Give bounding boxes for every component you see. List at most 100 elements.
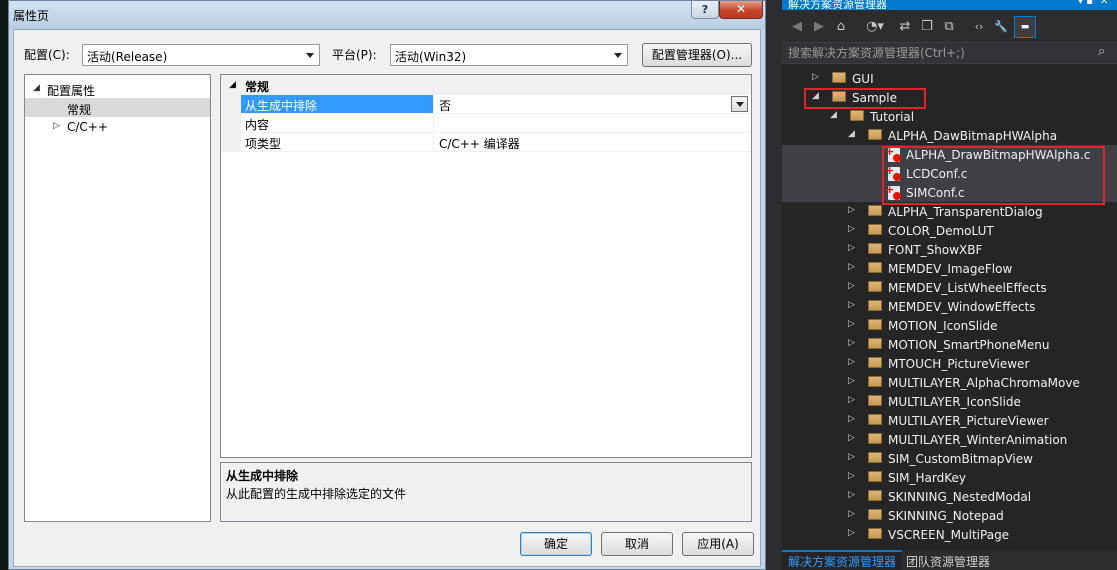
expanded-arrow-icon[interactable]: ◢ bbox=[830, 110, 837, 120]
sync-icon[interactable]: ⇄ bbox=[896, 18, 914, 36]
property-value[interactable]: C/C++ 编译器 bbox=[435, 133, 751, 151]
tree-node-folder[interactable]: ▷ VSCREEN_MultiPage bbox=[782, 525, 1117, 544]
collapsed-arrow-icon[interactable]: ▷ bbox=[812, 72, 819, 82]
tree-node-tutorial[interactable]: ◢ Tutorial bbox=[782, 107, 1117, 126]
tree-node-sample[interactable]: ◢ Sample bbox=[782, 88, 1117, 107]
tree-node-folder[interactable]: ▷ MULTILAYER_PictureViewer bbox=[782, 411, 1117, 430]
collapsed-arrow-icon[interactable]: ▷ bbox=[848, 357, 855, 367]
category-label: 常规 bbox=[245, 80, 270, 94]
folder-icon bbox=[868, 129, 882, 140]
property-dropdown-button[interactable] bbox=[731, 96, 748, 112]
search-icon[interactable]: ⌕ bbox=[1098, 44, 1105, 59]
folder-icon bbox=[868, 414, 882, 425]
expanded-arrow-icon[interactable]: ◢ bbox=[812, 91, 819, 101]
expanded-arrow-icon[interactable]: ◢ bbox=[229, 80, 236, 90]
solution-explorer-search: ⌕ bbox=[782, 42, 1117, 64]
tree-node-label: SIM_HardKey bbox=[888, 471, 966, 485]
collapsed-arrow-icon[interactable]: ▷ bbox=[848, 528, 855, 538]
configuration-select[interactable]: 活动(Release) bbox=[82, 44, 320, 66]
property-row-item-type[interactable]: 项类型 C/C++ 编译器 bbox=[221, 133, 751, 152]
tree-node-label: FONT_ShowXBF bbox=[888, 243, 983, 257]
tree-node-gui[interactable]: ▷ GUI bbox=[782, 69, 1117, 88]
solution-explorer-titlebar: 解决方案资源管理器 ▾ ▪ ✕ bbox=[782, 0, 1117, 10]
collapsed-arrow-icon[interactable]: ▷ bbox=[848, 338, 855, 348]
platform-select[interactable]: 活动(Win32) bbox=[390, 44, 628, 66]
collapsed-arrow-icon[interactable]: ▷ bbox=[848, 224, 855, 234]
tree-node-folder[interactable]: ▷ SIM_CustomBitmapView bbox=[782, 449, 1117, 468]
tree-node-folder[interactable]: ▷ MOTION_SmartPhoneMenu bbox=[782, 335, 1117, 354]
tree-node-folder[interactable]: ▷ SKINNING_Notepad bbox=[782, 506, 1117, 525]
tree-node-label: MULTILAYER_AlphaChromaMove bbox=[888, 376, 1080, 390]
tree-node-folder[interactable]: ▷ MEMDEV_WindowEffects bbox=[782, 297, 1117, 316]
tree-node-folder[interactable]: ▷ MOTION_IconSlide bbox=[782, 316, 1117, 335]
properties-icon[interactable]: 🔧 bbox=[992, 18, 1010, 36]
collapse-all-icon[interactable]: ❐ bbox=[918, 18, 936, 36]
preview-icon[interactable]: ▬ bbox=[1014, 16, 1036, 38]
tree-node-folder[interactable]: ▷ MULTILAYER_AlphaChromaMove bbox=[782, 373, 1117, 392]
tree-node-folder[interactable]: ▷ ALPHA_TransparentDialog bbox=[782, 202, 1117, 221]
property-value[interactable]: 否 bbox=[435, 95, 751, 113]
tree-node-label: MULTILAYER_PictureViewer bbox=[888, 414, 1049, 428]
tree-node-folder[interactable]: ▷ FONT_ShowXBF bbox=[782, 240, 1117, 259]
collapsed-arrow-icon[interactable]: ▷ bbox=[848, 262, 855, 272]
home-icon[interactable]: ⌂ bbox=[832, 18, 850, 36]
tree-node-folder[interactable]: ▷ COLOR_DemoLUT bbox=[782, 221, 1117, 240]
collapsed-arrow-icon[interactable]: ▷ bbox=[53, 121, 60, 131]
help-button[interactable]: ? bbox=[691, 1, 719, 19]
solution-tree: ▷ GUI ◢ Sample ◢ Tutorial ◢ ALPHA_DawBit… bbox=[782, 66, 1117, 550]
close-button[interactable]: ✕ bbox=[719, 1, 763, 19]
property-grid-category[interactable]: ◢ 常规 bbox=[221, 75, 751, 95]
collapsed-arrow-icon[interactable]: ▷ bbox=[848, 452, 855, 462]
show-all-files-icon[interactable]: ⧉ bbox=[940, 18, 958, 36]
close-icon[interactable]: ✕ bbox=[1100, 0, 1108, 7]
collapsed-arrow-icon[interactable]: ▷ bbox=[848, 243, 855, 253]
tree-node-label: SKINNING_NestedModal bbox=[888, 490, 1032, 504]
pin-icon[interactable]: ▾ ▪ bbox=[1078, 0, 1093, 7]
tab-solution-explorer[interactable]: 解决方案资源管理器 bbox=[782, 550, 903, 570]
tree-node-folder[interactable]: ▷ MULTILAYER_WinterAnimation bbox=[782, 430, 1117, 449]
tree-item-general[interactable]: 常规 bbox=[25, 98, 210, 117]
tree-item-label: 配置属性 bbox=[47, 84, 96, 98]
tree-node-folder[interactable]: ▷ MULTILAYER_IconSlide bbox=[782, 392, 1117, 411]
collapsed-arrow-icon[interactable]: ▷ bbox=[848, 300, 855, 310]
search-input[interactable] bbox=[788, 45, 1088, 61]
collapsed-arrow-icon[interactable]: ▷ bbox=[848, 414, 855, 424]
collapsed-arrow-icon[interactable]: ▷ bbox=[848, 281, 855, 291]
tab-team-explorer[interactable]: 团队资源管理器 bbox=[900, 550, 996, 570]
tree-node-folder[interactable]: ▷ MTOUCH_PictureViewer bbox=[782, 354, 1117, 373]
tree-node-folder[interactable]: ▷ SIM_HardKey bbox=[782, 468, 1117, 487]
tree-node-file[interactable]: LCDConf.c bbox=[782, 164, 1117, 183]
tree-node-folder[interactable]: ▷ MEMDEV_ListWheelEffects bbox=[782, 278, 1117, 297]
tree-node-file[interactable]: SIMConf.c bbox=[782, 183, 1117, 202]
collapsed-arrow-icon[interactable]: ▷ bbox=[848, 471, 855, 481]
collapsed-arrow-icon[interactable]: ▷ bbox=[848, 433, 855, 443]
tree-node-folder[interactable]: ▷ SKINNING_NestedModal bbox=[782, 487, 1117, 506]
property-row-exclude-from-build[interactable]: 从生成中排除 否 bbox=[221, 95, 751, 114]
explorer-tab-strip: 解决方案资源管理器 团队资源管理器 bbox=[782, 550, 1117, 570]
tree-node-folder[interactable]: ▷ MEMDEV_ImageFlow bbox=[782, 259, 1117, 278]
row-gutter bbox=[221, 95, 241, 114]
tree-node-label: ALPHA_DawBitmapHWAlpha bbox=[888, 129, 1058, 143]
tree-node-file[interactable]: ALPHA_DrawBitmapHWAlpha.c bbox=[782, 145, 1117, 164]
tree-node-alpha-dawbitmaphwalpha[interactable]: ◢ ALPHA_DawBitmapHWAlpha bbox=[782, 126, 1117, 145]
property-value[interactable] bbox=[435, 114, 751, 132]
ok-button[interactable]: 确定 bbox=[520, 532, 592, 556]
back-icon[interactable]: ◀ bbox=[788, 18, 806, 36]
expanded-arrow-icon[interactable]: ◢ bbox=[33, 83, 40, 93]
tree-item-configuration-properties[interactable]: ◢ 配置属性 bbox=[25, 79, 210, 98]
expanded-arrow-icon[interactable]: ◢ bbox=[848, 129, 855, 139]
tree-item-c-cpp[interactable]: ▷ C/C++ bbox=[25, 117, 210, 136]
collapsed-arrow-icon[interactable]: ▷ bbox=[848, 376, 855, 386]
cancel-button[interactable]: 取消 bbox=[601, 532, 673, 556]
collapsed-arrow-icon[interactable]: ▷ bbox=[848, 319, 855, 329]
history-icon[interactable]: ◔▾ bbox=[862, 18, 888, 36]
collapsed-arrow-icon[interactable]: ▷ bbox=[848, 395, 855, 405]
forward-icon[interactable]: ▶ bbox=[810, 18, 828, 36]
collapsed-arrow-icon[interactable]: ▷ bbox=[848, 490, 855, 500]
configuration-manager-button[interactable]: 配置管理器(O)... bbox=[642, 43, 752, 67]
collapsed-arrow-icon[interactable]: ▷ bbox=[848, 205, 855, 215]
collapsed-arrow-icon[interactable]: ▷ bbox=[848, 509, 855, 519]
view-code-icon[interactable]: ‹› bbox=[970, 18, 988, 36]
property-row-content[interactable]: 内容 bbox=[221, 114, 751, 133]
apply-button[interactable]: 应用(A) bbox=[682, 532, 754, 556]
